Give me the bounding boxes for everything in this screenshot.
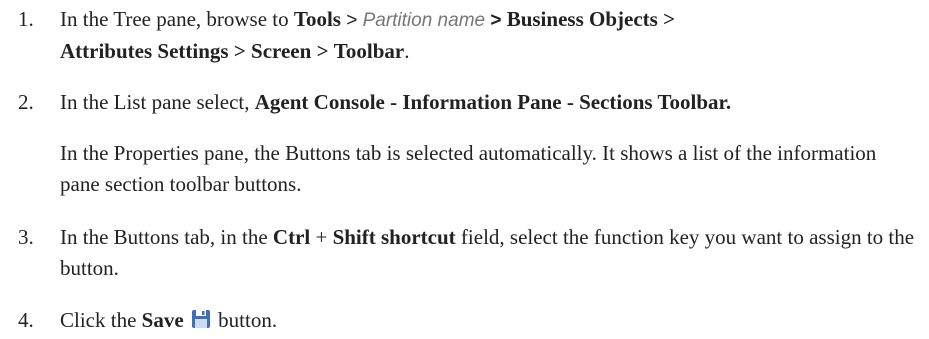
procedure-steps: 1. In the Tree pane, browse to Tools > P… [0,0,929,339]
save-label: Save [141,308,184,332]
step-number: 1. [18,7,34,31]
step-2-text: In the List pane select, Agent Console -… [60,90,732,114]
step-number: 2. [18,90,34,114]
step-1-text: In the Tree pane, browse to Tools > Part… [60,7,676,63]
key-ctrl: Ctrl [272,225,311,249]
list-item-name: Agent Console - Information Pane - Secti… [254,90,732,114]
menu-path-screen: Screen [251,39,312,63]
menu-path-business-objects: Business Objects [506,7,658,31]
step-2-note: In the Properties pane, the Buttons tab … [60,141,877,196]
field-shift-shortcut: Shift shortcut [332,225,456,249]
step-number: 3. [18,225,34,249]
step-4-text: Click the Save button. [60,307,278,332]
step-3-text: In the Buttons tab, in the Ctrl + Shift … [60,225,915,280]
partition-name-placeholder: Partition name [362,10,486,31]
menu-path-attributes-settings: Attributes Settings [60,39,229,63]
menu-path-tools: Tools [293,7,341,31]
menu-path-toolbar: Toolbar [333,39,405,63]
step-number: 4. [18,308,34,332]
save-icon [191,307,211,328]
